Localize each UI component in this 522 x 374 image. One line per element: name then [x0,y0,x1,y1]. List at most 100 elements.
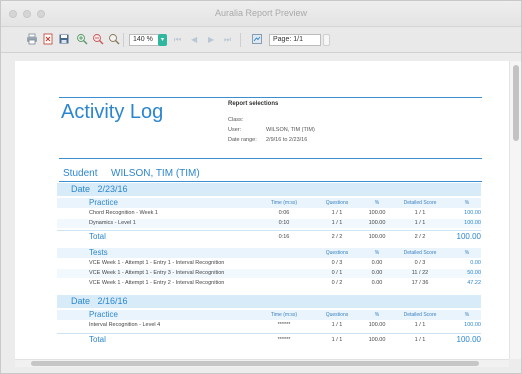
table-row: Interval Recognition - Level 4 ****** 1 … [57,321,481,330]
questions-column-header: Questions [325,250,349,256]
page-stepper[interactable] [323,34,330,46]
detailed-score-column-header: Detailed Score [403,312,437,318]
total-percent: 100.00 [368,337,386,343]
report-title: Activity Log [61,101,164,123]
detailed-percent-value: 0.00 [470,260,481,266]
student-rule [59,181,482,182]
time-column-header: Time (m:ss) [270,312,298,318]
questions-value: 0 / 1 [331,270,343,276]
questions-value: 0 / 2 [331,280,343,286]
last-page-icon[interactable]: ⏭ [224,35,231,45]
detailed-score-value: 1 / 1 [414,210,426,216]
title-bar: Auralia Report Preview [1,1,521,27]
detailed-percent-value: 100.00 [464,322,481,328]
next-page-icon[interactable]: ▶ [208,35,214,44]
date-band: Date 2/16/16 [57,295,481,308]
percent-value: 100.00 [368,220,386,226]
table-row: Chord Recognition - Week 1 0:06 1 / 1 10… [57,209,481,218]
page-setup-icon[interactable] [251,33,263,45]
report-page: Activity Log Report selections Class: Us… [15,61,509,359]
activity-name: VCE Week 1 - Attempt 1 - Entry 3 - Inter… [89,270,225,276]
pdf-export-icon[interactable] [42,33,54,45]
horizontal-scrollbar[interactable] [15,359,509,367]
detailed-score-value: 1 / 1 [414,220,426,226]
detailed-percent-column-header: % [464,200,470,206]
detailed-percent-value: 47.22 [467,280,481,286]
table-row: VCE Week 1 - Attempt 1 - Entry 3 - Inter… [57,269,481,278]
table-row: VCE Week 1 - Attempt 1 - Entry 1 - Inter… [57,259,481,268]
class-label: Class: [228,117,244,123]
percent-value: 100.00 [368,322,386,328]
practice-header: Practice Time (m:ss) Questions % Detaile… [57,198,481,208]
detailed-score-value: 0 / 3 [414,260,426,266]
detailed-score-value: 11 / 22 [411,270,429,276]
percent-column-header: % [374,250,380,256]
report-selections-heading: Report selections [228,101,279,107]
detailed-percent-column-header: % [464,312,470,318]
percent-value: 0.00 [371,270,383,276]
date-band: Date 2/23/16 [57,183,481,196]
detailed-score-column-header: Detailed Score [403,250,437,256]
total-detailed-percent: 100.00 [456,335,481,344]
detailed-score-value: 1 / 1 [414,322,426,328]
time-value: ****** [277,322,291,328]
toolbar-separator [240,33,241,47]
detailed-score-value: 17 / 36 [411,280,429,286]
questions-value: 1 / 1 [331,322,343,328]
detailed-score-column-header: Detailed Score [403,200,437,206]
questions-value: 0 / 3 [331,260,343,266]
prev-page-icon[interactable]: ◀ [191,35,197,44]
vertical-scrollbar[interactable] [509,61,521,359]
total-detailed-score: 2 / 2 [414,234,426,240]
total-detailed-percent: 100.00 [456,232,481,241]
report-preview-window: Auralia Report Preview 140 % ▾ ⏮ ◀ ▶ ⏭ P… [0,0,522,374]
activity-name: VCE Week 1 - Attempt 1 - Entry 2 - Inter… [89,280,225,286]
detailed-percent-value: 50.00 [467,270,481,276]
time-column-header: Time (m:ss) [270,200,298,206]
questions-value: 1 / 1 [331,210,343,216]
total-questions: 2 / 2 [331,234,343,240]
date-range-label: Date range: [228,137,257,143]
student-label: Student [63,168,98,179]
tests-title: Tests [89,248,108,257]
percent-value: 0.00 [371,260,383,266]
total-label: Total [89,232,106,241]
zoom-in-icon[interactable] [76,33,88,45]
practice-header: Practice Time (m:ss) Questions % Detaile… [57,310,481,320]
total-label: Total [89,335,106,344]
print-icon[interactable] [26,33,38,45]
date-range-value: 2/9/16 to 2/23/16 [266,137,308,143]
zoom-out-icon[interactable] [92,33,104,45]
table-row: Dynamics - Level 1 0:10 1 / 1 100.00 1 /… [57,219,481,228]
toolbar: 140 % ▾ ⏮ ◀ ▶ ⏭ Page: 1/1 [1,27,521,53]
practice-title: Practice [89,198,118,207]
zoom-field[interactable]: 140 % [129,34,159,46]
practice-title: Practice [89,310,118,319]
activity-name: Interval Recognition - Level 4 [89,322,161,328]
student-name: WILSON, TIM (TIM) [111,168,200,179]
page-field[interactable]: Page: 1/1 [269,34,321,46]
percent-value: 100.00 [368,210,386,216]
total-questions: 1 / 1 [331,337,343,343]
questions-column-header: Questions [325,200,349,206]
horizontal-scroll-thumb[interactable] [31,361,479,366]
activity-name: VCE Week 1 - Attempt 1 - Entry 1 - Inter… [89,260,225,266]
user-label: User: [228,127,242,133]
total-time: ****** [277,337,291,343]
percent-column-header: % [374,200,380,206]
total-percent: 100.00 [368,234,386,240]
zoom-fit-icon[interactable] [108,33,120,45]
questions-value: 1 / 1 [331,220,343,226]
zoom-dropdown-button[interactable]: ▾ [158,34,167,46]
total-time: 0:16 [278,234,290,240]
percent-column-header: % [374,312,380,318]
save-icon[interactable] [58,33,70,45]
percent-value: 0.00 [371,280,383,286]
toolbar-separator [123,33,124,47]
time-value: 0:10 [278,220,290,226]
activity-name: Chord Recognition - Week 1 [89,210,158,216]
vertical-scroll-thumb[interactable] [513,65,519,141]
window-title: Auralia Report Preview [214,8,308,18]
user-value: WILSON, TIM (TIM) [266,127,315,133]
first-page-icon[interactable]: ⏮ [174,35,181,45]
